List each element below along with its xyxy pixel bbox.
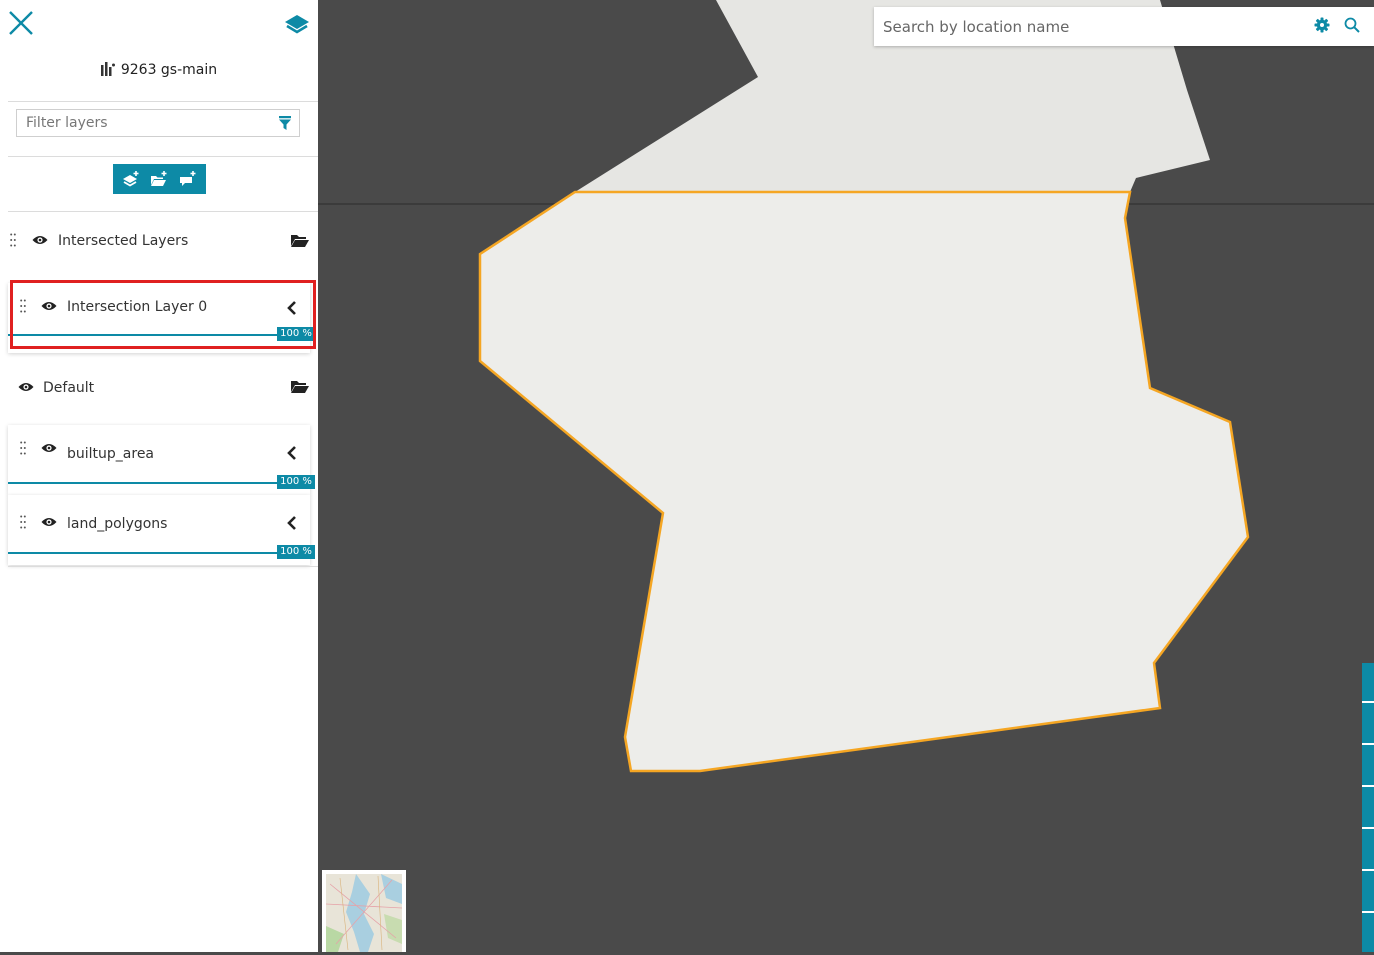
- map-tool-button[interactable]: [1362, 873, 1374, 913]
- close-icon[interactable]: [8, 10, 34, 36]
- add-group-button[interactable]: [147, 167, 171, 191]
- filter-layers-field: [16, 109, 300, 137]
- layer-label: Intersection Layer 0: [67, 299, 208, 315]
- map-tool-button[interactable]: [1362, 747, 1374, 787]
- layer-item-land-polygons[interactable]: land_polygons 100 %: [8, 495, 315, 565]
- filter-layers-input[interactable]: [17, 110, 276, 136]
- add-comment-icon: [179, 171, 196, 186]
- map-tool-button[interactable]: [1362, 915, 1374, 955]
- map-tools-panel: [1362, 663, 1374, 952]
- map-tool-button[interactable]: [1362, 789, 1374, 829]
- divider: [8, 156, 318, 157]
- folder-open-icon[interactable]: [290, 234, 310, 248]
- gear-icon[interactable]: [1314, 17, 1330, 33]
- layer-group-label: Default: [43, 380, 95, 396]
- layer-label: builtup_area: [67, 446, 155, 462]
- layer-item-builtup-area[interactable]: builtup_area 100 %: [8, 425, 315, 495]
- drag-handle-icon[interactable]: [20, 299, 26, 313]
- divider: [8, 211, 318, 212]
- overview-minimap[interactable]: [322, 870, 406, 952]
- minimap-image: [326, 874, 402, 952]
- opacity-slider[interactable]: [8, 552, 278, 554]
- layer-group-label: Intersected Layers: [58, 233, 189, 249]
- eye-icon[interactable]: [18, 381, 34, 393]
- drag-handle-icon[interactable]: [20, 515, 26, 529]
- opacity-value[interactable]: 100 %: [277, 545, 315, 559]
- opacity-slider[interactable]: [8, 334, 278, 336]
- eye-icon[interactable]: [41, 442, 57, 454]
- divider: [8, 101, 318, 102]
- eye-icon[interactable]: [32, 234, 48, 246]
- map-title-text: 9263 gs-main: [120, 62, 218, 78]
- map-canvas[interactable]: [318, 0, 1374, 952]
- layer-group-intersected[interactable]: Intersected Layers: [8, 228, 318, 256]
- opacity-value[interactable]: 100 %: [277, 475, 315, 489]
- map-title: 9263 gs-main: [0, 62, 318, 78]
- map-tool-button[interactable]: [1362, 705, 1374, 745]
- folder-open-icon[interactable]: [290, 380, 310, 394]
- layer-item-intersection[interactable]: Intersection Layer 0 100 %: [8, 283, 315, 353]
- add-annotation-button[interactable]: [176, 167, 200, 191]
- chevron-left-icon[interactable]: [286, 301, 298, 315]
- layers-icon[interactable]: [284, 13, 310, 37]
- divider: [8, 566, 318, 567]
- add-layer-icon: [123, 171, 139, 187]
- layer-toolbar: [113, 164, 206, 194]
- add-layer-button[interactable]: [119, 167, 143, 191]
- opacity-value[interactable]: 100 %: [277, 327, 315, 341]
- eye-icon[interactable]: [41, 516, 57, 528]
- eye-icon[interactable]: [41, 300, 57, 312]
- opacity-slider[interactable]: [8, 482, 278, 484]
- location-search-input[interactable]: [874, 7, 1303, 46]
- layer-label: land_polygons: [67, 516, 168, 532]
- drag-handle-icon[interactable]: [10, 233, 16, 247]
- layers-sidebar: 9263 gs-main Filter layers Intersected L…: [0, 0, 318, 952]
- map-tool-button[interactable]: [1362, 663, 1374, 703]
- chevron-left-icon[interactable]: [286, 446, 298, 460]
- chevron-left-icon[interactable]: [286, 516, 298, 530]
- layer-group-default[interactable]: Default: [8, 375, 318, 403]
- map-tool-button[interactable]: [1362, 831, 1374, 871]
- search-icon[interactable]: [1344, 17, 1360, 33]
- add-folder-icon: [151, 171, 167, 186]
- location-search-bar: [874, 7, 1374, 46]
- map-layers-icon: [100, 62, 115, 76]
- drag-handle-icon[interactable]: [20, 441, 26, 455]
- filter-icon[interactable]: [279, 116, 291, 130]
